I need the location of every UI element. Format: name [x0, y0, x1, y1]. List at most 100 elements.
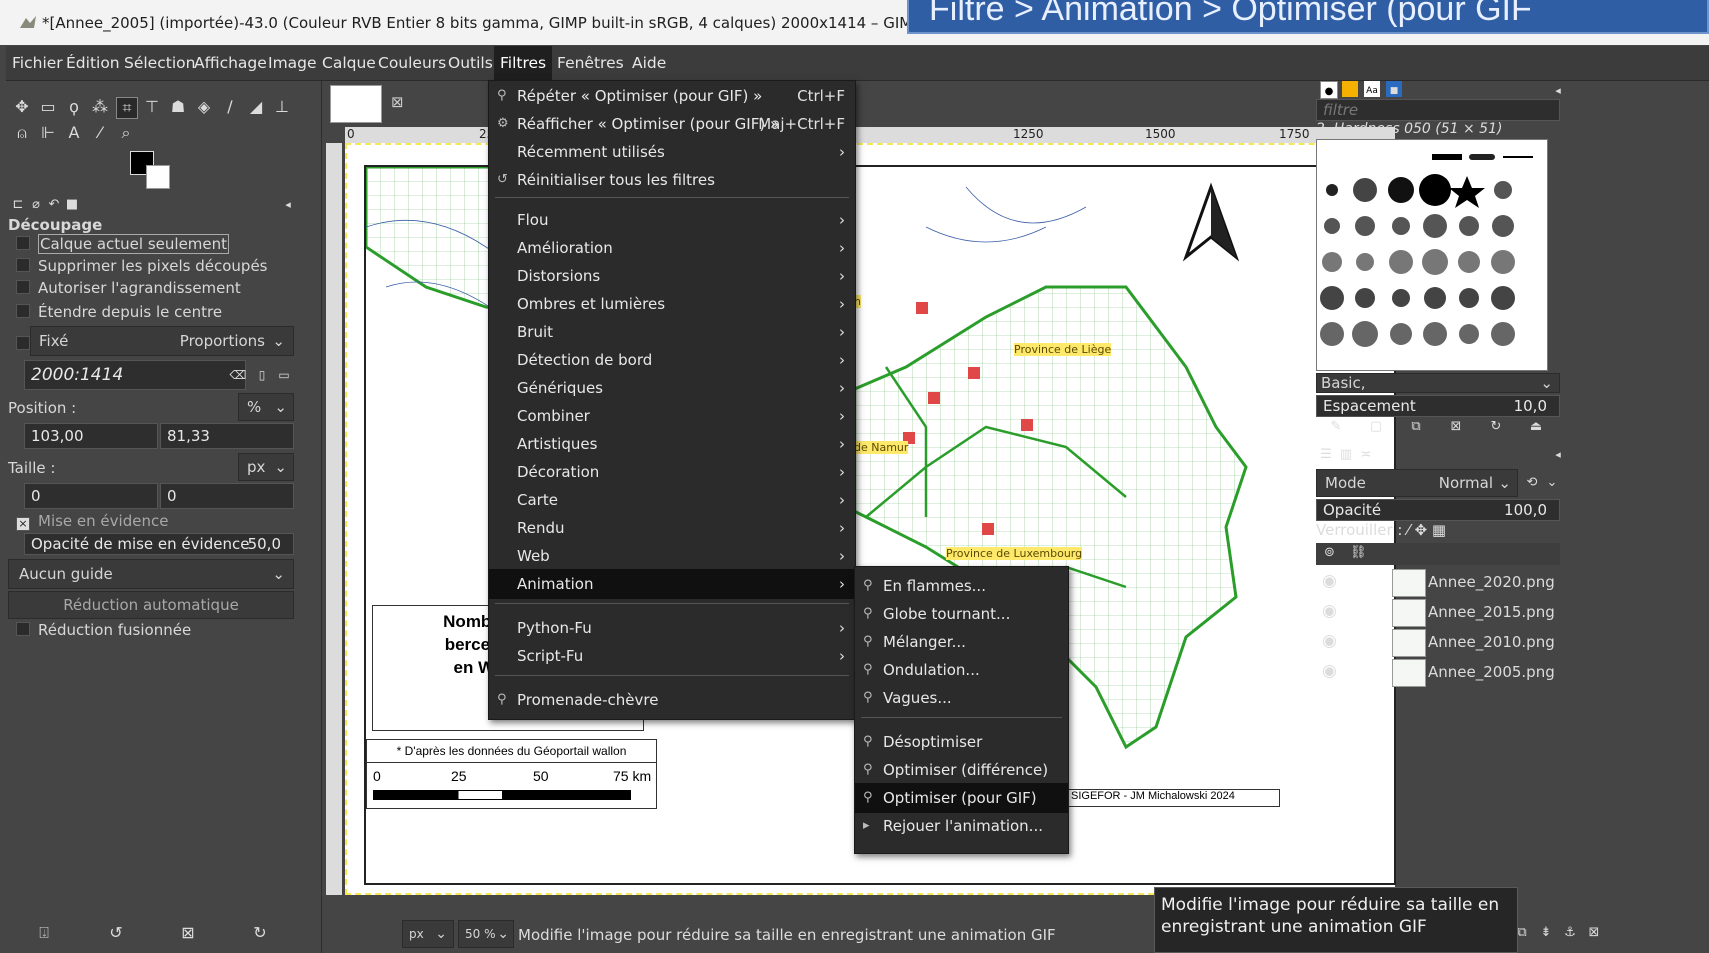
filters-submenu-item[interactable]: Artistiques › — [489, 429, 855, 459]
menu-image[interactable]: Image — [262, 46, 323, 80]
filters-submenu-item[interactable]: Rendu › — [489, 513, 855, 543]
delete-options-icon[interactable]: ⊠ — [178, 923, 198, 943]
eye-icon[interactable]: ◉ — [1322, 661, 1337, 681]
brush-filter-input[interactable]: filtre — [1316, 99, 1560, 121]
fill-tool-icon[interactable]: ◈ — [194, 97, 214, 117]
eye-icon[interactable]: ◉ — [1322, 631, 1337, 651]
delete-cropped-option[interactable]: Supprimer les pixels découpés — [16, 257, 268, 275]
goat-exercise-item[interactable]: ⚲ Promenade-chèvre — [489, 685, 855, 715]
allow-growing-option[interactable]: Autoriser l'agrandissement — [16, 279, 241, 297]
merge-layer-icon[interactable]: ⇟ — [1536, 923, 1556, 943]
recent-filters-item[interactable]: Récemment utilisés › — [489, 137, 855, 167]
channels-tab-icon[interactable]: ▥ — [1336, 445, 1356, 465]
patterns-tab-icon[interactable] — [1342, 81, 1358, 97]
save-options-icon[interactable]: ⍗ — [34, 923, 54, 943]
crop-tool-icon[interactable]: ⌗ — [116, 97, 138, 119]
dock-menu-icon[interactable]: ◂ — [278, 195, 298, 215]
tool-options-tab-icon[interactable]: ⊏ — [8, 195, 28, 215]
filters-submenu-item[interactable]: Web › — [489, 541, 855, 571]
color-picker-tool-icon[interactable]: ⊩ — [38, 123, 58, 143]
filters-submenu-item[interactable]: Amélioration › — [489, 233, 855, 263]
menu-aide[interactable]: Aide — [626, 46, 672, 80]
checkbox[interactable] — [16, 304, 30, 318]
paths-tab-icon[interactable]: ≍ — [1356, 445, 1376, 465]
delete-layer-icon[interactable]: ⊠ — [1584, 923, 1604, 943]
auto-shrink-button[interactable]: Réduction automatique — [8, 591, 294, 619]
checkbox-checked[interactable]: × — [16, 517, 30, 531]
dock-menu-icon[interactable]: ◂ — [1548, 445, 1568, 465]
layer-row[interactable]: ◉ Annee_2010.png — [1316, 627, 1560, 657]
animation-item[interactable]: ⚲ Optimiser (différence) — [855, 755, 1068, 785]
size-unit-dropdown[interactable]: px ⌄ — [238, 453, 294, 481]
close-tab-icon[interactable]: ⊠ — [391, 93, 404, 111]
menu-filtres[interactable]: Filtres — [494, 46, 553, 80]
animation-item[interactable]: ⚲ Désoptimiser — [855, 727, 1068, 757]
filters-submenu-item[interactable]: Flou › — [489, 205, 855, 235]
filters-submenu-item[interactable]: Carte › — [489, 485, 855, 515]
mode-switch-icon[interactable]: ⟲ — [1522, 473, 1542, 493]
filters-submenu-item[interactable]: Bruit › — [489, 317, 855, 347]
fuzzy-select-tool-icon[interactable]: ⁂ — [90, 97, 110, 117]
checkbox[interactable] — [16, 280, 30, 294]
lock-position-icon[interactable]: ✥ — [1415, 521, 1428, 539]
animation-item[interactable]: ⚲ Ondulation... — [855, 655, 1068, 685]
landscape-icon[interactable]: ▭ — [274, 365, 294, 385]
move-tool-icon[interactable]: ✥ — [12, 97, 32, 117]
layers-tab-icon[interactable]: ☰ — [1316, 445, 1336, 465]
rect-select-tool-icon[interactable]: ▭ — [38, 97, 58, 117]
anchor-layer-icon[interactable]: ⚓ — [1560, 923, 1580, 943]
brush-spacing-slider[interactable]: Espacement 10,0 — [1316, 395, 1560, 417]
layer-row[interactable]: ◉ Annee_2020.png — [1316, 567, 1560, 597]
filters-submenu-item[interactable]: Détection de bord › — [489, 345, 855, 375]
animation-item[interactable]: ⚲ Vagues... — [855, 683, 1068, 713]
repeat-filter-item[interactable]: ⚲ Répéter « Optimiser (pour GIF) » Ctrl+F — [489, 81, 855, 111]
text-tool-icon[interactable]: A — [64, 123, 84, 143]
checkbox[interactable] — [16, 258, 30, 272]
script-fu-item[interactable]: Script-Fu › — [489, 641, 855, 671]
checkbox[interactable] — [16, 336, 30, 350]
optimize-for-gif-item[interactable]: ⚲ Optimiser (pour GIF) — [855, 783, 1068, 813]
position-unit-dropdown[interactable]: % ⌄ — [238, 393, 294, 421]
layer-row[interactable]: ◉ Annee_2005.png — [1316, 657, 1560, 687]
fonts-tab-icon[interactable]: Aa — [1364, 81, 1380, 97]
refresh-brushes-icon[interactable]: ↻ — [1486, 417, 1506, 437]
device-status-tab-icon[interactable]: ⌀ — [26, 195, 46, 215]
layer-mode-dropdown[interactable]: Mode Normal ⌄ — [1316, 469, 1518, 497]
measure-tool-icon[interactable]: ⁄ — [90, 123, 110, 143]
guides-dropdown[interactable]: Aucun guide ⌄ — [8, 559, 294, 589]
brush-grid[interactable] — [1316, 139, 1548, 371]
size-h-input[interactable]: 0 — [160, 483, 294, 509]
checkbox[interactable] — [16, 622, 30, 636]
warp-tool-icon[interactable]: ☗ — [168, 97, 188, 117]
lock-pixels-icon[interactable]: ⁄ — [1407, 521, 1410, 539]
reset-filters-item[interactable]: ↺ Réinitialiser tous les filtres — [489, 165, 855, 195]
restore-options-icon[interactable]: ↺ — [106, 923, 126, 943]
eye-icon[interactable]: ◉ — [1322, 601, 1337, 621]
expand-center-option[interactable]: Étendre depuis le centre — [16, 303, 222, 321]
clone-tool-icon[interactable]: ⊥ — [272, 97, 292, 117]
menu-fenetres[interactable]: Fenêtres — [551, 46, 630, 80]
background-color-swatch[interactable] — [146, 165, 170, 189]
new-brush-icon[interactable]: ▢ — [1366, 417, 1386, 437]
eye-icon[interactable]: ◉ — [1322, 571, 1337, 591]
document-history-tab-icon[interactable]: ■ — [1386, 81, 1402, 97]
lasso-tool-icon[interactable]: ϙ — [64, 97, 84, 117]
dock-menu-icon[interactable]: ◂ — [1548, 81, 1568, 101]
zoom-tool-icon[interactable]: ⌕ — [116, 123, 136, 143]
filters-submenu-item[interactable]: Ombres et lumières › — [489, 289, 855, 319]
paintbrush-tool-icon[interactable]: ∕ — [220, 97, 240, 117]
brushes-tab-icon[interactable]: ● — [1320, 81, 1338, 99]
filters-submenu-item[interactable]: Génériques › — [489, 373, 855, 403]
highlight-option[interactable]: × Mise en évidence — [16, 512, 168, 531]
eraser-tool-icon[interactable]: ◢ — [246, 97, 266, 117]
current-layer-only-option[interactable]: Calque actuel seulement — [16, 234, 230, 254]
position-y-input[interactable]: 81,33 — [160, 423, 294, 449]
animation-item[interactable]: ⚲ En flammes... — [855, 571, 1068, 601]
filters-submenu-item[interactable]: Décoration › — [489, 457, 855, 487]
position-x-input[interactable]: 103,00 — [24, 423, 158, 449]
portrait-icon[interactable]: ▯ — [252, 365, 272, 385]
zoom-dropdown[interactable]: 50 % ⌄ — [458, 920, 514, 948]
layer-row[interactable]: ◉ Annee_2015.png — [1316, 597, 1560, 627]
brush-tag-dropdown[interactable]: Basic, ⌄ — [1316, 373, 1560, 393]
animation-item[interactable]: ▸ Rejouer l'animation... — [855, 811, 1068, 841]
